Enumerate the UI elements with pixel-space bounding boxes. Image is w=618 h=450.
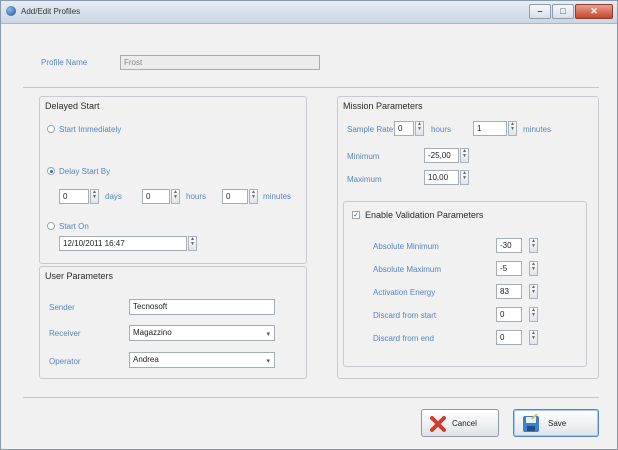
abs-min-label: Absolute Minimum xyxy=(373,242,439,251)
operator-select[interactable]: Andrea ▾ xyxy=(129,352,275,368)
radio-start-on[interactable] xyxy=(47,222,55,230)
user-parameters-title: User Parameters xyxy=(45,271,114,281)
radio-delay-start[interactable] xyxy=(47,167,55,175)
abs-max-stepper[interactable]: ▲ ▼ xyxy=(529,261,538,276)
start-immediately-label: Start Immediately xyxy=(59,125,122,134)
delay-hours-field[interactable]: 0 xyxy=(142,189,170,204)
minimum-field[interactable]: -25,00 xyxy=(424,148,459,163)
sample-hours-label: hours xyxy=(431,125,452,134)
sender-label: Sender xyxy=(49,303,75,312)
activation-energy-field[interactable]: 83 xyxy=(496,284,522,299)
discard-end-stepper[interactable]: ▲ ▼ xyxy=(529,330,538,345)
start-on-label: Start On xyxy=(59,222,89,231)
mission-parameters-title: Mission Parameters xyxy=(343,101,423,111)
sample-minutes-stepper[interactable]: ▲ ▼ xyxy=(508,121,517,136)
sample-hours-stepper[interactable]: ▲ ▼ xyxy=(415,121,424,136)
chevron-down-icon: ▾ xyxy=(266,358,270,365)
discard-end-label: Discard from end xyxy=(373,334,434,343)
title-bar[interactable]: Add/Edit Profiles – □ ✕ xyxy=(1,1,617,24)
hours-label: hours xyxy=(186,192,207,201)
discard-start-stepper[interactable]: ▲ ▼ xyxy=(529,307,538,322)
start-on-datetime-field[interactable]: 12/10/2011 16:47 xyxy=(59,236,187,251)
enable-validation-checkbox[interactable]: ✓ xyxy=(352,211,360,219)
days-label: days xyxy=(105,192,122,201)
delay-hours-stepper[interactable]: ▲ ▼ xyxy=(171,189,180,204)
chevron-down-icon: ▾ xyxy=(266,331,270,338)
sample-minutes-field[interactable]: 1 xyxy=(473,121,507,136)
bottom-divider xyxy=(23,397,599,398)
app-icon xyxy=(6,6,16,16)
maximum-field[interactable]: 10,00 xyxy=(424,170,459,185)
profile-name-label: Profile Name xyxy=(41,58,88,67)
minimum-label: Minimum xyxy=(347,152,380,161)
receiver-value: Magazzino xyxy=(133,328,172,337)
close-button[interactable]: ✕ xyxy=(575,4,613,19)
maximum-label: Maximum xyxy=(347,175,382,184)
abs-min-stepper[interactable]: ▲ ▼ xyxy=(529,238,538,253)
delayed-start-title: Delayed Start xyxy=(45,101,100,111)
operator-label: Operator xyxy=(49,357,81,366)
abs-max-label: Absolute Maximum xyxy=(373,265,442,274)
discard-start-label: Discard from start xyxy=(373,311,437,320)
divider xyxy=(23,87,599,88)
enable-validation-label: Enable Validation Parameters xyxy=(365,210,484,220)
save-button[interactable]: Save xyxy=(513,409,599,437)
window-title: Add/Edit Profiles xyxy=(21,7,81,16)
sample-hours-field[interactable]: 0 xyxy=(394,121,414,136)
abs-max-field[interactable]: -5 xyxy=(496,261,522,276)
radio-start-immediately[interactable] xyxy=(47,125,55,133)
sender-field[interactable]: Tecnosoft xyxy=(129,299,275,315)
start-on-stepper[interactable]: ▲ ▼ xyxy=(188,236,197,251)
maximize-button[interactable]: □ xyxy=(552,4,574,19)
maximum-stepper[interactable]: ▲ ▼ xyxy=(460,170,469,185)
delay-days-stepper[interactable]: ▲ ▼ xyxy=(90,189,99,204)
minimize-button[interactable]: – xyxy=(529,4,551,19)
delay-days-field[interactable]: 0 xyxy=(59,189,89,204)
cancel-icon xyxy=(430,416,446,432)
abs-min-field[interactable]: -30 xyxy=(496,238,522,253)
add-edit-profiles-window: Add/Edit Profiles – □ ✕ Profile Name Fro… xyxy=(0,0,618,450)
activation-energy-stepper[interactable]: ▲ ▼ xyxy=(529,284,538,299)
save-icon xyxy=(523,414,539,432)
close-icon: ✕ xyxy=(590,6,598,16)
delay-minutes-stepper[interactable]: ▲ ▼ xyxy=(249,189,258,204)
receiver-label: Receiver xyxy=(49,329,81,338)
cancel-button[interactable]: Cancel xyxy=(421,409,499,437)
operator-value: Andrea xyxy=(133,355,159,364)
discard-start-field[interactable]: 0 xyxy=(496,307,522,322)
profile-name-field[interactable]: Frost xyxy=(120,55,320,70)
discard-end-field[interactable]: 0 xyxy=(496,330,522,345)
minutes-label: minutes xyxy=(263,192,292,201)
cancel-label: Cancel xyxy=(452,419,477,428)
sample-minutes-label: minutes xyxy=(523,125,552,134)
save-label: Save xyxy=(548,419,567,428)
activation-energy-label: Activation Energy xyxy=(373,288,436,297)
delay-start-label: Delay Start By xyxy=(59,167,111,176)
receiver-select[interactable]: Magazzino ▾ xyxy=(129,325,275,341)
delay-minutes-field[interactable]: 0 xyxy=(222,189,248,204)
maximize-icon: □ xyxy=(560,6,566,16)
minimum-stepper[interactable]: ▲ ▼ xyxy=(460,148,469,163)
minimize-icon: – xyxy=(537,6,543,16)
sample-rate-label: Sample Rate xyxy=(347,125,394,134)
